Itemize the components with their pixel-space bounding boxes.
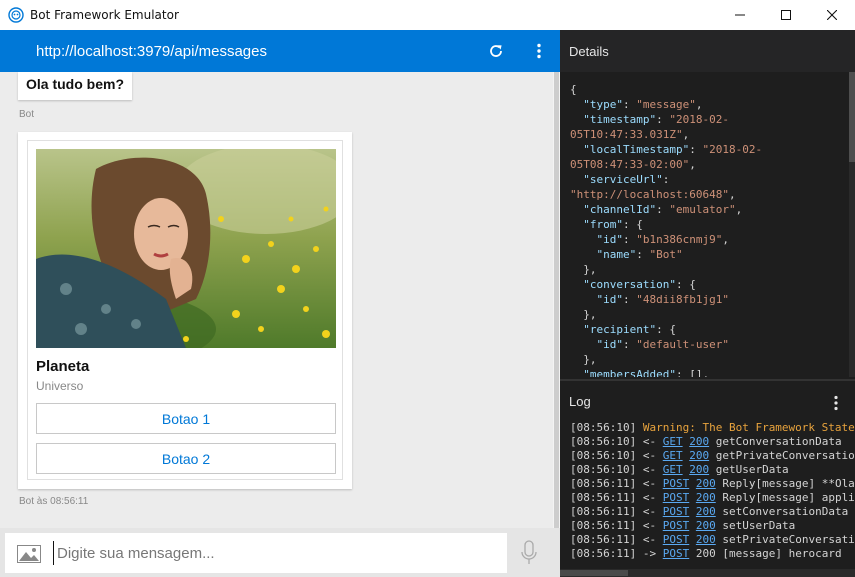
log-line: [08:56:11] <- POST 200 setUserData xyxy=(570,519,796,532)
log-status-link[interactable]: 200 xyxy=(689,463,709,476)
close-button[interactable] xyxy=(809,0,855,30)
details-header: Details xyxy=(560,30,855,72)
hero-card-content: Planeta Universo Botao 1 Botao 2 xyxy=(27,140,343,480)
json-line: "conversation": { xyxy=(583,278,696,291)
json-line: "localTimestamp": "2018-02- xyxy=(583,143,763,156)
json-line: "id": "default-user" xyxy=(596,338,729,351)
minimize-icon xyxy=(735,14,745,16)
card-timestamp: Bot às 08:56:11 xyxy=(19,496,89,507)
card-button-1[interactable]: Botao 1 xyxy=(36,403,336,434)
log-status-link[interactable]: 200 xyxy=(689,449,709,462)
chat-panel: http://localhost:3979/api/messages Ola t… xyxy=(0,30,560,577)
more-vertical-icon[interactable] xyxy=(833,395,839,411)
log-title: Log xyxy=(569,393,591,409)
chat-scrollbar[interactable] xyxy=(553,72,560,528)
minimize-button[interactable] xyxy=(717,0,763,30)
log-body[interactable]: [08:56:10] Warning: The Bot Framework St… xyxy=(560,421,855,569)
json-line: "from": { xyxy=(583,218,643,231)
log-line: [08:56:11] -> POST 200 [message] herocar… xyxy=(570,547,842,560)
json-line: "name": "Bot" xyxy=(596,248,683,261)
json-line: "http://localhost:60648", xyxy=(570,188,736,201)
json-view: { "type": "message", "timestamp": "2018-… xyxy=(570,82,845,377)
input-box xyxy=(5,533,507,573)
card-title: Planeta xyxy=(36,358,90,375)
log-status-link[interactable]: 200 xyxy=(696,533,716,546)
maximize-icon xyxy=(781,10,791,20)
chat-header: http://localhost:3979/api/messages xyxy=(0,30,560,72)
microphone-icon[interactable] xyxy=(521,540,537,566)
json-line: "id": "b1n386cnmj9", xyxy=(596,233,729,246)
chat-menu-button[interactable] xyxy=(530,42,548,60)
log-scrollbar[interactable] xyxy=(560,569,855,577)
log-method-link[interactable]: GET xyxy=(663,463,683,476)
log-method-link[interactable]: GET xyxy=(663,449,683,462)
more-vertical-icon xyxy=(537,43,541,59)
image-icon[interactable] xyxy=(17,545,41,563)
log-header: Log xyxy=(560,379,855,421)
log-status-link[interactable]: 200 xyxy=(696,505,716,518)
window-title: Bot Framework Emulator xyxy=(30,8,179,22)
log-method-link[interactable]: POST xyxy=(663,477,690,490)
json-line: }, xyxy=(570,353,597,366)
details-title: Details xyxy=(569,43,609,59)
log-method-link[interactable]: POST xyxy=(663,547,690,560)
json-line: "channelId": "emulator", xyxy=(583,203,743,216)
json-line: "membersAdded": [], xyxy=(583,368,710,377)
log-line: [08:56:11] <- POST 200 setPrivateConvers… xyxy=(570,533,855,546)
json-line: "recipient": { xyxy=(583,323,676,336)
bot-message-bubble: Ola tudo bem? xyxy=(18,72,132,100)
maximize-button[interactable] xyxy=(763,0,809,30)
message-list[interactable]: Ola tudo bem? Bot Planeta Universo Botao… xyxy=(0,72,553,528)
log-status-link[interactable]: 200 xyxy=(696,477,716,490)
title-bar: Bot Framework Emulator xyxy=(0,0,855,30)
json-line: 05T10:47:33.031Z", xyxy=(570,128,690,141)
hero-image xyxy=(36,149,336,348)
app-icon xyxy=(8,7,24,23)
card-button-2[interactable]: Botao 2 xyxy=(36,443,336,474)
log-method-link[interactable]: GET xyxy=(663,435,683,448)
json-line: "serviceUrl": xyxy=(583,173,670,186)
card-subtitle: Universo xyxy=(36,379,84,393)
log-method-link[interactable]: POST xyxy=(663,519,690,532)
json-line: "type": "message", xyxy=(583,98,703,111)
refresh-button[interactable] xyxy=(487,42,505,60)
json-line: }, xyxy=(570,263,597,276)
log-method-link[interactable]: POST xyxy=(663,491,690,504)
message-input[interactable] xyxy=(53,541,493,565)
log-line: [08:56:10] <- GET 200 getPrivateConversa… xyxy=(570,449,855,462)
json-line: { xyxy=(570,83,577,96)
json-line: }, xyxy=(570,308,597,321)
log-line: [08:56:10] Warning: The Bot Framework St… xyxy=(570,421,855,434)
details-body[interactable]: { "type": "message", "timestamp": "2018-… xyxy=(560,72,855,377)
log-line: [08:56:10] <- GET 200 getConversationDat… xyxy=(570,435,842,448)
log-line: [08:56:10] <- GET 200 getUserData xyxy=(570,463,789,476)
details-scrollbar[interactable] xyxy=(849,72,855,377)
hero-card: Planeta Universo Botao 1 Botao 2 xyxy=(18,132,352,489)
log-status-link[interactable]: 200 xyxy=(696,491,716,504)
inspector-panel: Details { "type": "message", "timestamp"… xyxy=(560,30,855,577)
log-line: [08:56:11] <- POST 200 Reply[message] **… xyxy=(570,477,855,490)
log-line: [08:56:11] <- POST 200 setConversationDa… xyxy=(570,505,849,518)
json-line: "timestamp": "2018-02- xyxy=(583,113,729,126)
log-status-link[interactable]: 200 xyxy=(689,435,709,448)
log-method-link[interactable]: POST xyxy=(663,533,690,546)
hero-image-graphic xyxy=(36,149,336,348)
input-bar xyxy=(0,528,560,577)
log-line: [08:56:11] <- POST 200 Reply[message] ap… xyxy=(570,491,855,504)
log-status-link[interactable]: 200 xyxy=(696,519,716,532)
refresh-icon xyxy=(490,45,502,57)
log-method-link[interactable]: POST xyxy=(663,505,690,518)
message-sender: Bot xyxy=(19,109,35,120)
json-line: "id": "48dii8fb1jg1" xyxy=(596,293,729,306)
endpoint-url: http://localhost:3979/api/messages xyxy=(36,42,267,60)
close-icon xyxy=(827,10,837,20)
json-line: 05T08:47:33-02:00", xyxy=(570,158,696,171)
